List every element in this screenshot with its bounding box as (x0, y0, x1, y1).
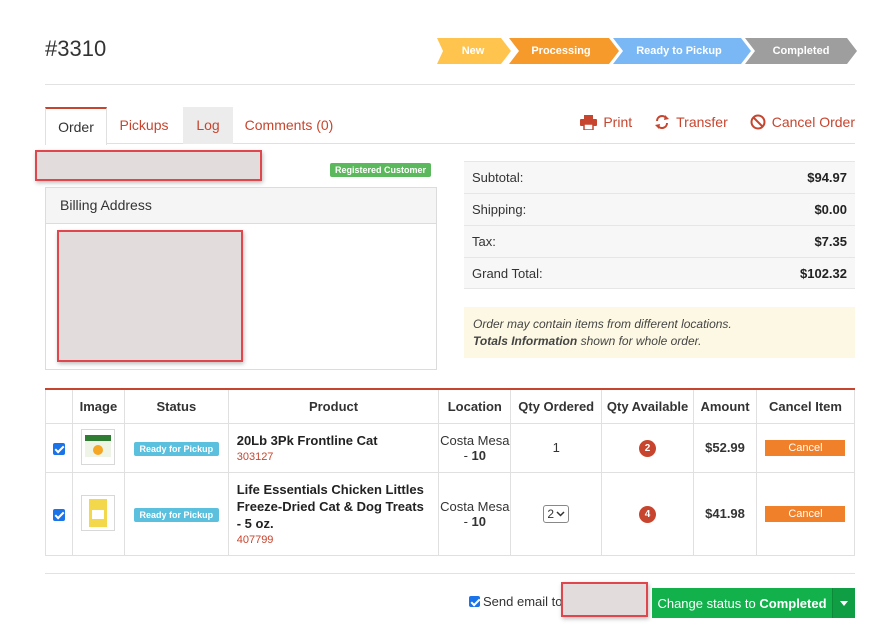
location-number: 10 (471, 447, 486, 463)
status-badge: Ready for Pickup (133, 441, 220, 456)
tab-comments[interactable]: Comments (0) (241, 107, 337, 144)
note-line-1: Order may contain items from different l… (473, 317, 732, 331)
order-items-table: Image Status Product Location Qty Ordere… (45, 388, 856, 556)
order-number: #3310 (45, 36, 107, 61)
chevron-down-icon (556, 510, 565, 517)
print-label: Print (603, 114, 633, 130)
change-status-main[interactable]: Change status to Completed (652, 588, 833, 618)
step-ready-label: Ready to Pickup (636, 45, 722, 57)
qty-ordered-select[interactable]: 2 (543, 504, 570, 523)
location-number: 10 (471, 513, 486, 529)
subtotal-label: Subtotal: (472, 170, 524, 185)
send-email-label: Send email to (483, 594, 563, 609)
grand-total-value: $102.32 (800, 265, 847, 281)
product-image (81, 494, 116, 531)
cancel-item-button[interactable]: Cancel (765, 506, 846, 522)
cancel-order-button[interactable]: Cancel Order (750, 114, 855, 130)
table-header-row: Image Status Product Location Qty Ordere… (45, 388, 856, 424)
transfer-label: Transfer (676, 114, 728, 130)
caret-down-icon (840, 600, 848, 606)
subtotal-row: Subtotal: $94.97 (464, 161, 855, 193)
col-location: Location (438, 388, 512, 424)
location-name: Costa Mesa (440, 498, 510, 514)
product-sku[interactable]: 407799 (237, 534, 431, 546)
product-name: Life Essentials Chicken Littles Freeze-D… (236, 482, 424, 531)
redacted-billing-address (57, 230, 243, 362)
order-tabs: Order Pickups Log Comments (0) Print Tra… (45, 107, 855, 145)
amount-cell: $41.98 (693, 471, 757, 556)
col-qty-ordered: Qty Ordered (510, 388, 603, 424)
qty-ordered-cell: 1 (510, 422, 603, 473)
table-row: Ready for Pickup Life Essentials Chicken… (45, 471, 856, 556)
send-email-option: Send email to (469, 594, 563, 609)
print-button[interactable]: Print (580, 114, 632, 130)
status-progress: New Processing Ready to Pickup Completed (437, 38, 857, 64)
printer-icon (580, 114, 598, 130)
order-actions: Print Transfer Cancel Order (580, 114, 855, 130)
amount-cell: $52.99 (693, 422, 757, 473)
step-new: New (437, 38, 511, 64)
col-amount: Amount (693, 388, 757, 424)
item-checkbox[interactable] (52, 442, 65, 455)
cancel-item-button[interactable]: Cancel (765, 440, 846, 456)
change-status-prefix: Change status to (657, 595, 760, 611)
registered-customer-badge: Registered Customer (330, 163, 432, 177)
tax-value: $7.35 (814, 234, 847, 249)
ban-icon (750, 114, 766, 130)
tab-pickups[interactable]: Pickups (113, 107, 175, 144)
step-completed-label: Completed (772, 45, 830, 57)
grand-total-label: Grand Total: (472, 265, 543, 281)
note-bold: Totals Information (473, 334, 578, 348)
item-checkbox[interactable] (52, 508, 65, 521)
order-totals: Subtotal: $94.97 Shipping: $0.00 Tax: $7… (464, 161, 855, 289)
product-image (81, 428, 116, 465)
col-cancel-item: Cancel Item (755, 388, 856, 424)
status-dropdown-toggle[interactable] (833, 588, 855, 618)
step-processing: Processing (509, 38, 619, 64)
redacted-email (561, 582, 648, 617)
qty-available-badge: 2 (639, 439, 657, 457)
step-ready-to-pickup: Ready to Pickup (613, 38, 751, 64)
shipping-row: Shipping: $0.00 (464, 193, 855, 225)
col-qty-available: Qty Available (601, 388, 695, 424)
tax-row: Tax: $7.35 (464, 225, 855, 257)
cancel-order-label: Cancel Order (771, 114, 855, 130)
qty-available-badge: 4 (639, 505, 657, 523)
billing-address-heading: Billing Address (46, 188, 436, 224)
redacted-customer-name (35, 150, 262, 181)
transfer-button[interactable]: Transfer (654, 114, 728, 130)
location-cell: Costa Mesa - 10 (438, 471, 512, 556)
qty-ordered-value: 2 (547, 506, 555, 521)
header-divider (45, 84, 855, 85)
shipping-value: $0.00 (814, 202, 847, 217)
product-sku[interactable]: 303127 (237, 451, 431, 463)
step-completed: Completed (745, 38, 857, 64)
step-processing-label: Processing (531, 45, 591, 57)
table-row: Ready for Pickup 20Lb 3Pk Frontline Cat … (45, 422, 856, 473)
note-line-2-text: shown for whole order. (577, 334, 702, 348)
product-name: 20Lb 3Pk Frontline Cat (236, 433, 378, 448)
change-status-target: Completed (759, 595, 827, 611)
note-line-2: Totals Information shown for whole order… (473, 333, 846, 350)
send-email-checkbox[interactable] (469, 596, 480, 607)
location-name: Costa Mesa (440, 432, 510, 448)
grand-total-row: Grand Total: $102.32 (464, 257, 855, 289)
tab-order[interactable]: Order (45, 107, 107, 145)
shipping-label: Shipping: (472, 202, 527, 217)
totals-note: Order may contain items from different l… (464, 307, 855, 358)
subtotal-value: $94.97 (807, 170, 847, 185)
transfer-icon (655, 115, 670, 129)
tax-label: Tax: (472, 234, 496, 249)
col-product: Product (227, 388, 440, 424)
col-status: Status (123, 388, 229, 424)
footer-divider (45, 573, 855, 574)
tab-log[interactable]: Log (183, 107, 233, 144)
status-badge: Ready for Pickup (133, 507, 220, 522)
step-new-label: New (461, 45, 485, 57)
change-status-button[interactable]: Change status to Completed (652, 588, 855, 618)
col-select (45, 388, 73, 424)
col-image: Image (71, 388, 125, 424)
location-cell: Costa Mesa - 10 (438, 422, 512, 473)
